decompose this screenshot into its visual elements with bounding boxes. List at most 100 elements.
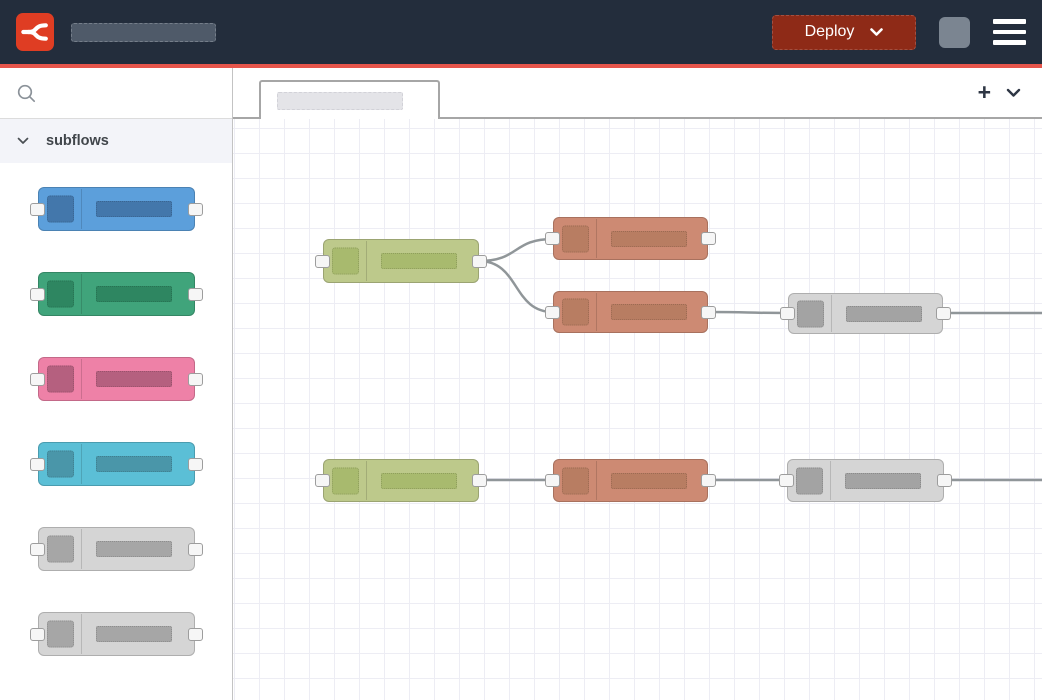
chevron-down-icon (17, 137, 29, 145)
output-port[interactable] (188, 543, 203, 556)
node-icon-placeholder (562, 299, 589, 326)
output-port[interactable] (701, 232, 716, 245)
output-port[interactable] (937, 474, 952, 487)
output-port[interactable] (188, 458, 203, 471)
node-icon-divider (81, 444, 82, 484)
output-port[interactable] (701, 306, 716, 319)
workspace: + (233, 68, 1042, 700)
flow-canvas[interactable] (233, 119, 1042, 700)
node-icon-placeholder (562, 467, 589, 494)
input-port[interactable] (545, 474, 560, 487)
node-label-placeholder (96, 626, 172, 642)
input-port[interactable] (30, 543, 45, 556)
input-port[interactable] (780, 307, 795, 320)
flow-node-salmon-2[interactable] (553, 291, 708, 333)
input-port[interactable] (30, 458, 45, 471)
hamburger-menu-icon[interactable] (993, 19, 1026, 45)
input-port[interactable] (30, 203, 45, 216)
palette-node-blue[interactable] (38, 187, 195, 231)
input-port[interactable] (30, 628, 45, 641)
input-port[interactable] (30, 373, 45, 386)
output-port[interactable] (188, 288, 203, 301)
output-port[interactable] (472, 474, 487, 487)
wire[interactable] (479, 261, 553, 312)
node-label-placeholder (611, 304, 687, 320)
input-port[interactable] (30, 288, 45, 301)
input-port[interactable] (779, 474, 794, 487)
node-icon-placeholder (562, 225, 589, 252)
node-label-placeholder (381, 253, 457, 269)
header: Deploy (0, 0, 1042, 64)
chevron-down-icon (870, 28, 883, 37)
output-port[interactable] (472, 255, 487, 268)
node-icon-placeholder (332, 467, 359, 494)
node-icon-placeholder (47, 621, 74, 648)
workspace-tabbar: + (233, 68, 1042, 119)
palette-node-green[interactable] (38, 272, 195, 316)
node-icon-divider (596, 461, 597, 500)
node-icon-divider (81, 529, 82, 569)
search-icon (17, 84, 36, 103)
output-port[interactable] (188, 203, 203, 216)
node-icon-divider (366, 461, 367, 500)
header-actions: Deploy (772, 15, 1026, 50)
output-port[interactable] (701, 474, 716, 487)
node-icon-divider (81, 274, 82, 314)
palette-item-list (0, 163, 232, 700)
palette-node-pink[interactable] (38, 357, 195, 401)
add-flow-button[interactable]: + (978, 81, 991, 104)
tab-actions: + (978, 81, 1042, 104)
user-avatar[interactable] (939, 17, 970, 48)
flow-node-salmon-1[interactable] (553, 217, 708, 260)
palette-node-cyan[interactable] (38, 442, 195, 486)
deploy-button[interactable]: Deploy (772, 15, 916, 50)
wire[interactable] (479, 239, 553, 261)
palette-search[interactable] (0, 68, 232, 119)
node-icon-divider (81, 614, 82, 654)
node-red-logo (16, 13, 54, 51)
flow-tab[interactable] (259, 80, 440, 119)
node-icon-placeholder (47, 536, 74, 563)
palette-node-gray-1[interactable] (38, 527, 195, 571)
node-label-placeholder (96, 541, 172, 557)
node-icon-placeholder (797, 300, 824, 327)
node-label-placeholder (611, 231, 687, 247)
node-label-placeholder (381, 473, 457, 489)
palette-sidebar: subflows (0, 68, 233, 700)
palette-category-subflows[interactable]: subflows (0, 119, 232, 163)
node-icon-divider (81, 359, 82, 399)
node-icon-placeholder (47, 281, 74, 308)
chevron-down-icon (1006, 88, 1021, 98)
node-icon-placeholder (796, 467, 823, 494)
wire-layer (233, 119, 1042, 700)
input-port[interactable] (545, 232, 560, 245)
output-port[interactable] (188, 373, 203, 386)
flow-node-green-2[interactable] (323, 459, 479, 502)
node-label-placeholder (96, 371, 172, 387)
flow-node-salmon-3[interactable] (553, 459, 708, 502)
flow-list-button[interactable] (1006, 88, 1021, 98)
node-label-placeholder (96, 201, 172, 217)
output-port[interactable] (936, 307, 951, 320)
node-icon-placeholder (47, 196, 74, 223)
node-label-placeholder (845, 473, 921, 489)
flow-node-gray-2[interactable] (787, 459, 944, 502)
node-red-editor: Deploy subf (0, 0, 1042, 700)
input-port[interactable] (545, 306, 560, 319)
node-icon-placeholder (47, 451, 74, 478)
palette-category-label: subflows (46, 133, 109, 149)
flow-node-green-1[interactable] (323, 239, 479, 283)
node-icon-placeholder (332, 248, 359, 275)
header-title-placeholder (71, 23, 216, 42)
input-port[interactable] (315, 474, 330, 487)
deploy-button-label: Deploy (805, 23, 855, 41)
node-label-placeholder (96, 286, 172, 302)
flow-node-gray-1[interactable] (788, 293, 943, 334)
input-port[interactable] (315, 255, 330, 268)
flow-tab-label-placeholder (277, 92, 403, 110)
node-icon-divider (596, 293, 597, 331)
node-icon-divider (830, 461, 831, 500)
palette-node-gray-2[interactable] (38, 612, 195, 656)
wire[interactable] (708, 312, 788, 313)
output-port[interactable] (188, 628, 203, 641)
